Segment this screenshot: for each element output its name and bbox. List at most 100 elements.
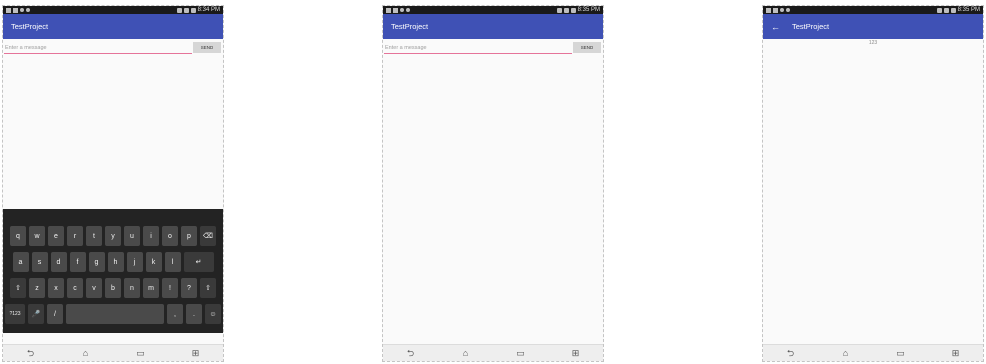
arrow-left-icon[interactable]: ← [771, 22, 780, 32]
key-l[interactable]: l [164, 252, 181, 272]
notification-icon [26, 8, 30, 12]
navigation-bar: ⮌ ⌂ ▭ ⊞ [763, 344, 983, 361]
back-nav-icon[interactable]: ⮌ [784, 345, 798, 361]
key-z[interactable]: z [29, 278, 45, 298]
recents-nav-icon[interactable]: ▭ [134, 345, 148, 361]
main-content: 123 [763, 39, 983, 333]
key-v[interactable]: v [86, 278, 102, 298]
space-key[interactable] [66, 304, 164, 324]
battery-icon [190, 7, 196, 13]
main-content: SEND [383, 39, 603, 333]
notification-icons [386, 6, 410, 14]
main-content: SEND q w e r t y u i o p ⌫ a s d f g [3, 39, 223, 333]
battery-icon [570, 7, 576, 13]
message-input[interactable] [4, 42, 192, 54]
key-comma[interactable]: , [167, 304, 183, 324]
wifi-icon [936, 7, 942, 13]
signal-icon [563, 7, 569, 13]
key-exclamation[interactable]: ! [162, 278, 178, 298]
phone-screen-1: 8:34 PM TestProject SEND q w e r t y u i… [2, 5, 224, 362]
home-nav-icon[interactable]: ⌂ [839, 345, 853, 361]
home-nav-icon[interactable]: ⌂ [79, 345, 93, 361]
notification-icon [6, 7, 11, 13]
key-w[interactable]: w [29, 226, 45, 246]
status-bar: 8:34 PM [3, 6, 223, 14]
key-o[interactable]: o [162, 226, 178, 246]
app-bar: ← TestProject [763, 14, 983, 39]
grid-nav-icon[interactable]: ⊞ [949, 345, 963, 361]
navigation-bar: ⮌ ⌂ ▭ ⊞ [3, 344, 223, 361]
status-bar: 8:35 PM [763, 6, 983, 14]
send-button[interactable]: SEND [573, 42, 601, 53]
backspace-key[interactable]: ⌫ [200, 226, 216, 246]
message-input[interactable] [384, 42, 572, 54]
symbols-key[interactable]: ?123 [5, 304, 25, 324]
key-d[interactable]: d [50, 252, 67, 272]
key-x[interactable]: x [48, 278, 64, 298]
soft-keyboard: q w e r t y u i o p ⌫ a s d f g h j k l … [3, 209, 223, 333]
grid-nav-icon[interactable]: ⊞ [569, 345, 583, 361]
recents-nav-icon[interactable]: ▭ [514, 345, 528, 361]
enter-key[interactable]: ↵ [183, 252, 214, 272]
shift-key-left[interactable]: ⇧ [10, 278, 26, 298]
key-i[interactable]: i [143, 226, 159, 246]
wifi-icon [176, 7, 182, 13]
home-nav-icon[interactable]: ⌂ [459, 345, 473, 361]
back-nav-icon[interactable]: ⮌ [24, 345, 38, 361]
keyboard-row-3: ⇧ z x c v b n m ! ? ⇧ [3, 278, 223, 298]
app-bar: TestProject [3, 14, 223, 39]
notification-icon [406, 8, 410, 12]
notification-icon [393, 7, 398, 13]
key-period[interactable]: . [186, 304, 202, 324]
key-m[interactable]: m [143, 278, 159, 298]
key-h[interactable]: h [107, 252, 124, 272]
key-q[interactable]: q [10, 226, 26, 246]
emoji-key-icon[interactable]: ☺ [205, 304, 221, 324]
key-s[interactable]: s [31, 252, 48, 272]
key-r[interactable]: r [67, 226, 83, 246]
notification-icon [400, 8, 404, 12]
compose-row: SEND [383, 42, 603, 56]
key-b[interactable]: b [105, 278, 121, 298]
wifi-icon [556, 7, 562, 13]
phone-screen-2: 8:35 PM TestProject SEND ⮌ ⌂ ▭ ⊞ [382, 5, 604, 362]
key-a[interactable]: a [12, 252, 29, 272]
shift-key-right[interactable]: ⇧ [200, 278, 216, 298]
key-f[interactable]: f [69, 252, 86, 272]
system-icons: 8:34 PM [176, 6, 220, 14]
key-question[interactable]: ? [181, 278, 197, 298]
key-slash[interactable]: / [47, 304, 63, 324]
key-n[interactable]: n [124, 278, 140, 298]
recents-nav-icon[interactable]: ▭ [894, 345, 908, 361]
key-c[interactable]: c [67, 278, 83, 298]
key-j[interactable]: j [126, 252, 143, 272]
app-title: TestProject [391, 22, 429, 31]
status-time: 8:35 PM [577, 7, 600, 13]
key-k[interactable]: k [145, 252, 162, 272]
send-button[interactable]: SEND [193, 42, 221, 53]
back-nav-icon[interactable]: ⮌ [404, 345, 418, 361]
microphone-key-icon[interactable]: 🎤 [28, 304, 44, 324]
key-u[interactable]: u [124, 226, 140, 246]
notification-icon [786, 8, 790, 12]
signal-icon [943, 7, 949, 13]
navigation-bar: ⮌ ⌂ ▭ ⊞ [383, 344, 603, 361]
notification-icon [773, 7, 778, 13]
notification-icon [766, 7, 771, 13]
notification-icon [386, 7, 391, 13]
notification-icon [20, 8, 24, 12]
status-time: 8:34 PM [197, 7, 220, 13]
grid-nav-icon[interactable]: ⊞ [189, 345, 203, 361]
system-icons: 8:35 PM [936, 6, 980, 14]
battery-icon [950, 7, 956, 13]
displayed-message: 123 [868, 40, 878, 46]
status-time: 8:35 PM [957, 7, 980, 13]
key-p[interactable]: p [181, 226, 197, 246]
key-g[interactable]: g [88, 252, 105, 272]
app-title: TestProject [792, 22, 830, 31]
key-y[interactable]: y [105, 226, 121, 246]
keyboard-row-4: ?123 🎤 / , . ☺ [3, 304, 223, 324]
notification-icon [780, 8, 784, 12]
key-t[interactable]: t [86, 226, 102, 246]
key-e[interactable]: e [48, 226, 64, 246]
